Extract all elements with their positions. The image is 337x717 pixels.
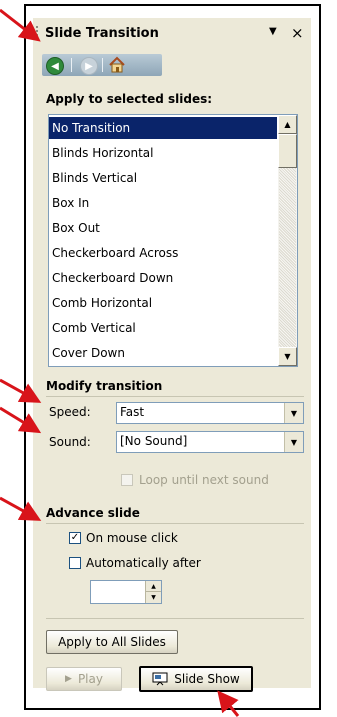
annotation-arrow-sound xyxy=(0,406,42,434)
annotation-overlay xyxy=(0,8,240,717)
annotation-arrow-slideshow xyxy=(217,690,240,717)
annotation-arrow-advance xyxy=(0,496,42,521)
annotation-arrow-title xyxy=(0,8,41,42)
annotation-arrow-speed xyxy=(0,378,42,403)
